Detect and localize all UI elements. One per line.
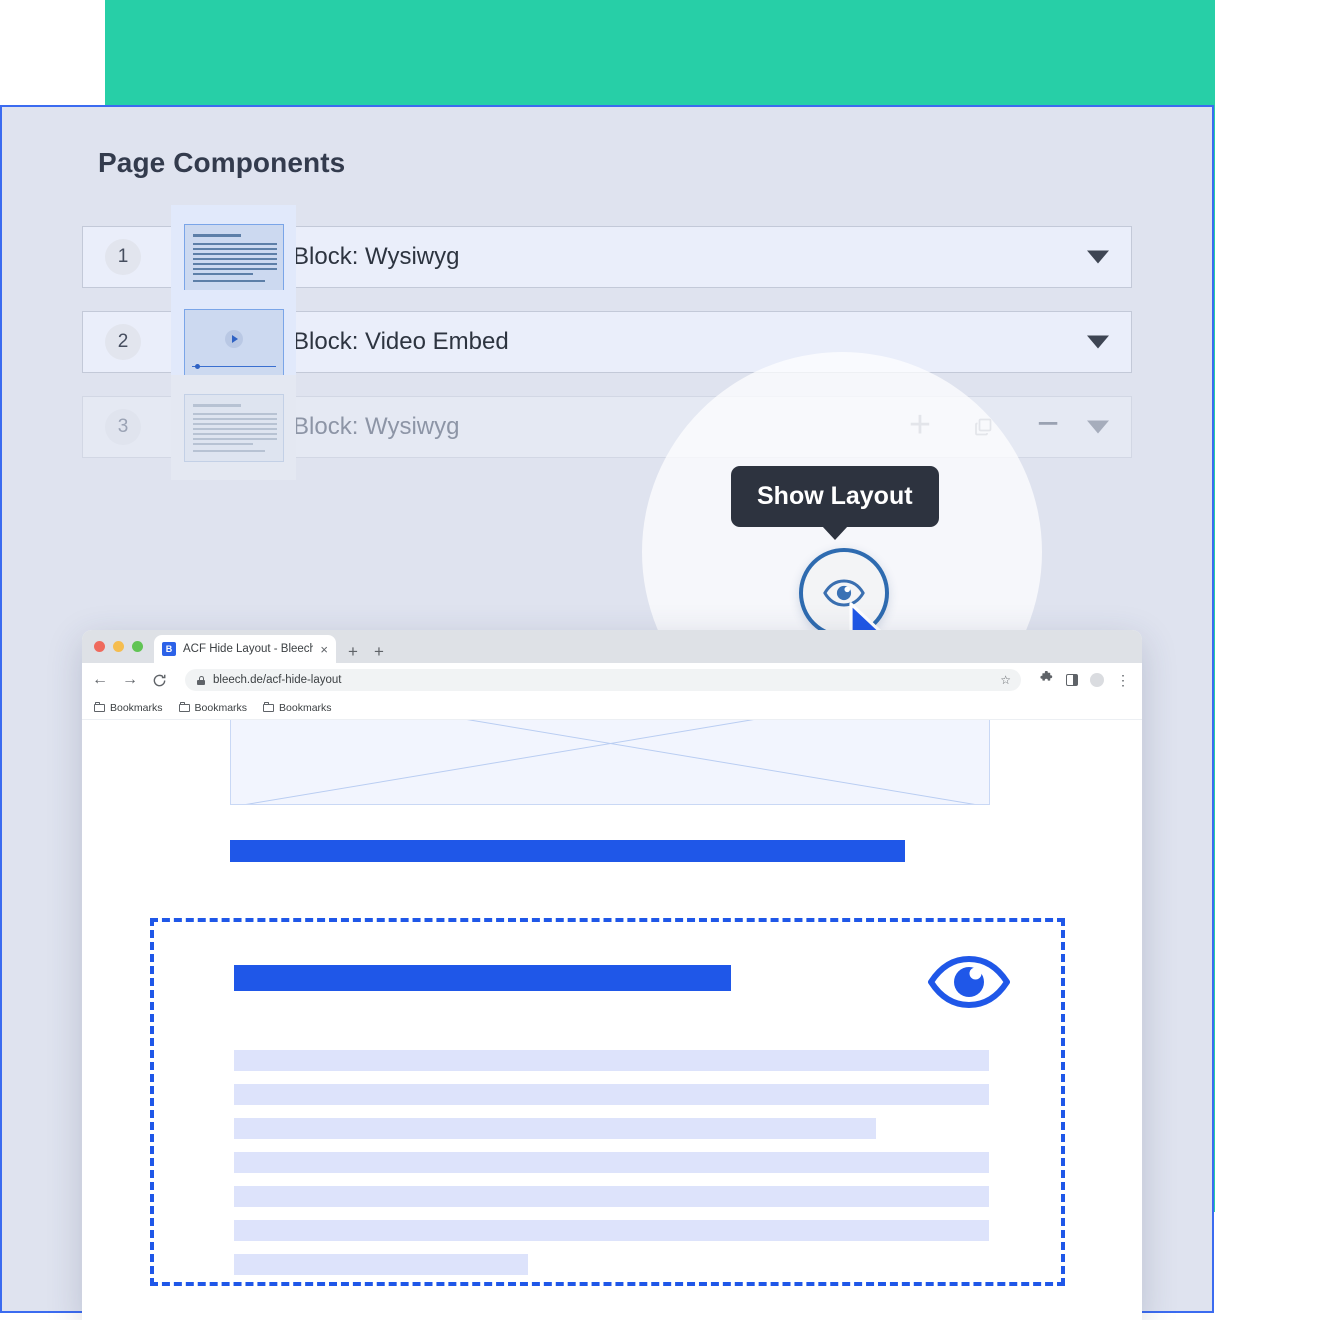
- browser-menu-icon[interactable]: ⋮: [1116, 672, 1130, 687]
- text-line: [234, 1220, 989, 1241]
- toolbar-right-icons: ⋮: [1039, 670, 1132, 689]
- folder-icon: [178, 702, 190, 712]
- row-label: Block: Wysiwyg: [293, 243, 460, 270]
- tab-title: ACF Hide Layout - Bleech: [183, 643, 314, 655]
- browser-toolbar: ← → bleech.de/acf-hide-layout ☆ ⋮: [82, 663, 1142, 697]
- new-tab-button[interactable]: +: [348, 643, 358, 660]
- row-action-buttons: e + −: [833, 401, 1071, 453]
- minimize-window-button[interactable]: [113, 641, 124, 652]
- lock-icon: [197, 675, 205, 685]
- add-block-button[interactable]: +: [897, 402, 943, 452]
- close-window-button[interactable]: [94, 641, 105, 652]
- folder-icon: [263, 702, 275, 712]
- row-order-number: 3: [105, 409, 141, 445]
- rendered-page-preview: [82, 720, 1142, 1320]
- bookmark-label: Bookmarks: [110, 702, 163, 714]
- avatar-icon[interactable]: [1090, 673, 1104, 687]
- text-line: [234, 1254, 529, 1275]
- image-placeholder: [230, 720, 990, 805]
- browser-tab-bar: B ACF Hide Layout - Bleech × + +: [82, 630, 1142, 663]
- bookmark-label: Bookmarks: [194, 702, 248, 714]
- page-title: Page Components: [98, 147, 346, 178]
- duplicate-block-button[interactable]: [961, 404, 1007, 450]
- block-heading-placeholder: [234, 965, 731, 991]
- eye-icon: [927, 954, 1011, 1015]
- text-line: [234, 1118, 876, 1139]
- window-traffic-lights[interactable]: [94, 641, 143, 652]
- row-label: Block: Video Embed: [293, 328, 509, 355]
- chevron-down-icon[interactable]: [1087, 335, 1109, 349]
- zoom-window-button[interactable]: [132, 641, 143, 652]
- row-order-number: 1: [105, 239, 141, 275]
- white-corner-notch: [1214, 1212, 1320, 1320]
- folder-icon: [94, 702, 105, 712]
- new-window-button[interactable]: +: [374, 643, 384, 660]
- browser-tab[interactable]: B ACF Hide Layout - Bleech ×: [154, 635, 336, 663]
- bookmark-star-icon[interactable]: ☆: [1000, 673, 1011, 687]
- close-tab-icon[interactable]: ×: [320, 643, 328, 656]
- forward-button[interactable]: →: [122, 672, 138, 688]
- side-panel-icon[interactable]: [1066, 674, 1078, 686]
- bookmarks-bar: Bookmarks Bookmarks Bookmarks: [82, 697, 1142, 720]
- browser-window: B ACF Hide Layout - Bleech × + + ← → ble…: [82, 630, 1142, 1320]
- component-row-2[interactable]: 2 Block: Video Embed: [82, 290, 1132, 395]
- address-bar[interactable]: bleech.de/acf-hide-layout ☆: [185, 669, 1021, 691]
- reload-button[interactable]: [152, 673, 167, 688]
- text-line: [234, 1084, 989, 1105]
- component-row-3[interactable]: 3 Block: Wysiwyg + −: [82, 375, 1132, 480]
- bookmark-item[interactable]: Bookmarks: [263, 702, 332, 714]
- row-order-number: 2: [105, 324, 141, 360]
- text-line: [234, 1050, 989, 1071]
- bookmark-label: Bookmarks: [279, 702, 332, 714]
- back-button[interactable]: ←: [92, 672, 108, 688]
- chevron-down-icon[interactable]: [1087, 250, 1109, 264]
- show-layout-tooltip: Show Layout: [731, 466, 939, 527]
- favicon-icon: B: [162, 642, 176, 656]
- highlighted-layout-block: [150, 918, 1065, 1286]
- text-line: [234, 1152, 989, 1173]
- text-placeholder-lines: [234, 1050, 989, 1288]
- component-row-1[interactable]: 1 Block: Wysiwyg: [82, 205, 1132, 310]
- screenshot-stage: Page Components 1 Block: Wysiwyg 2 Block…: [0, 0, 1320, 1320]
- chevron-down-icon[interactable]: [1087, 420, 1109, 434]
- wysiwyg-preview-icon: [171, 375, 296, 480]
- url-text: bleech.de/acf-hide-layout: [213, 674, 342, 686]
- bookmark-item[interactable]: Bookmarks: [94, 702, 163, 714]
- text-line: [234, 1186, 989, 1207]
- component-rows-list: 1 Block: Wysiwyg 2 Block: Video Embed 3 …: [82, 205, 1132, 481]
- row-label: Block: Wysiwyg: [293, 413, 460, 440]
- heading-placeholder: [230, 840, 905, 862]
- remove-block-button[interactable]: −: [1025, 401, 1071, 453]
- bookmark-item[interactable]: Bookmarks: [178, 702, 248, 714]
- extensions-icon[interactable]: [1039, 670, 1054, 689]
